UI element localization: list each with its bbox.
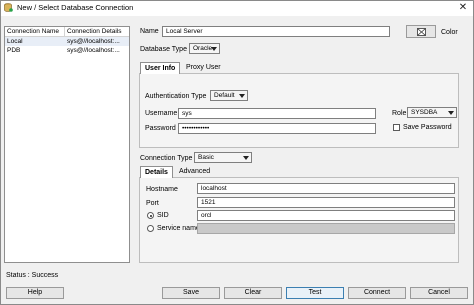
tab-user-info[interactable]: User Info <box>140 62 181 74</box>
sid-label: SID <box>157 212 169 219</box>
chevron-down-icon <box>211 47 217 51</box>
connection-list[interactable]: Connection Name Connection Details Local… <box>4 26 130 263</box>
list-item[interactable]: Local sys@//localhost:... <box>5 37 129 46</box>
connection-type-value: Basic <box>198 154 214 161</box>
color-button[interactable] <box>406 25 436 38</box>
color-swatch-icon <box>417 28 426 36</box>
save-password-checkbox[interactable] <box>393 124 400 131</box>
connection-name: Local <box>7 38 23 45</box>
connection-type-label: Connection Type <box>140 155 193 162</box>
role-value: SYSDBA <box>411 109 438 116</box>
column-header-name[interactable]: Connection Name <box>5 27 65 36</box>
list-header: Connection Name Connection Details <box>5 27 129 37</box>
password-label: Password <box>145 125 176 132</box>
username-label: Username <box>145 110 178 117</box>
help-button[interactable]: Help <box>6 287 64 299</box>
save-button[interactable]: Save <box>162 287 220 299</box>
window-title: New / Select Database Connection <box>17 3 134 12</box>
authentication-type-select[interactable]: Default <box>210 90 248 101</box>
port-input[interactable]: 1521 <box>197 197 455 208</box>
status-text: Status : Success <box>6 272 59 279</box>
role-label: Role <box>392 110 407 117</box>
sid-radio[interactable] <box>147 212 154 219</box>
service-name-radio[interactable] <box>147 225 154 232</box>
username-input[interactable]: sys <box>178 108 376 119</box>
column-header-details[interactable]: Connection Details <box>65 27 129 36</box>
database-type-select[interactable]: Oracle <box>189 43 220 54</box>
chevron-down-icon <box>243 156 249 160</box>
connection-details: sys@//localhost:... <box>67 47 120 54</box>
sid-input[interactable]: orcl <box>197 210 455 221</box>
connection-name: PDB <box>7 47 21 54</box>
test-button[interactable]: Test <box>286 287 344 299</box>
database-type-label: Database Type <box>140 46 187 53</box>
connection-type-select[interactable]: Basic <box>194 152 252 163</box>
cancel-button[interactable]: Cancel <box>410 287 468 299</box>
authentication-type-value: Default <box>214 92 235 99</box>
authentication-type-label: Authentication Type <box>145 93 207 100</box>
name-input[interactable]: Local Server <box>162 26 390 37</box>
password-input[interactable]: •••••••••••• <box>178 123 376 134</box>
hostname-input[interactable]: localhost <box>197 183 455 194</box>
service-name-label: Service name <box>157 225 200 232</box>
color-label: Color <box>441 29 458 36</box>
chevron-down-icon <box>239 94 245 98</box>
connect-button[interactable]: Connect <box>348 287 406 299</box>
database-icon <box>4 3 13 12</box>
database-type-value: Oracle <box>193 45 213 52</box>
save-password-label: Save Password <box>403 124 452 131</box>
chevron-down-icon <box>448 111 454 115</box>
tab-proxy-user[interactable]: Proxy User <box>182 62 225 74</box>
close-button[interactable]: ✕ <box>456 1 470 14</box>
role-select[interactable]: SYSDBA <box>407 107 457 118</box>
service-name-input[interactable] <box>197 223 455 234</box>
clear-button[interactable]: Clear <box>224 287 282 299</box>
name-label: Name <box>140 28 159 35</box>
tab-advanced[interactable]: Advanced <box>175 166 214 178</box>
list-item[interactable]: PDB sys@//localhost:... <box>5 46 129 55</box>
hostname-label: Hostname <box>146 186 178 193</box>
port-label: Port <box>146 200 159 207</box>
tab-details[interactable]: Details <box>140 166 173 178</box>
connection-details: sys@//localhost:... <box>67 38 120 45</box>
